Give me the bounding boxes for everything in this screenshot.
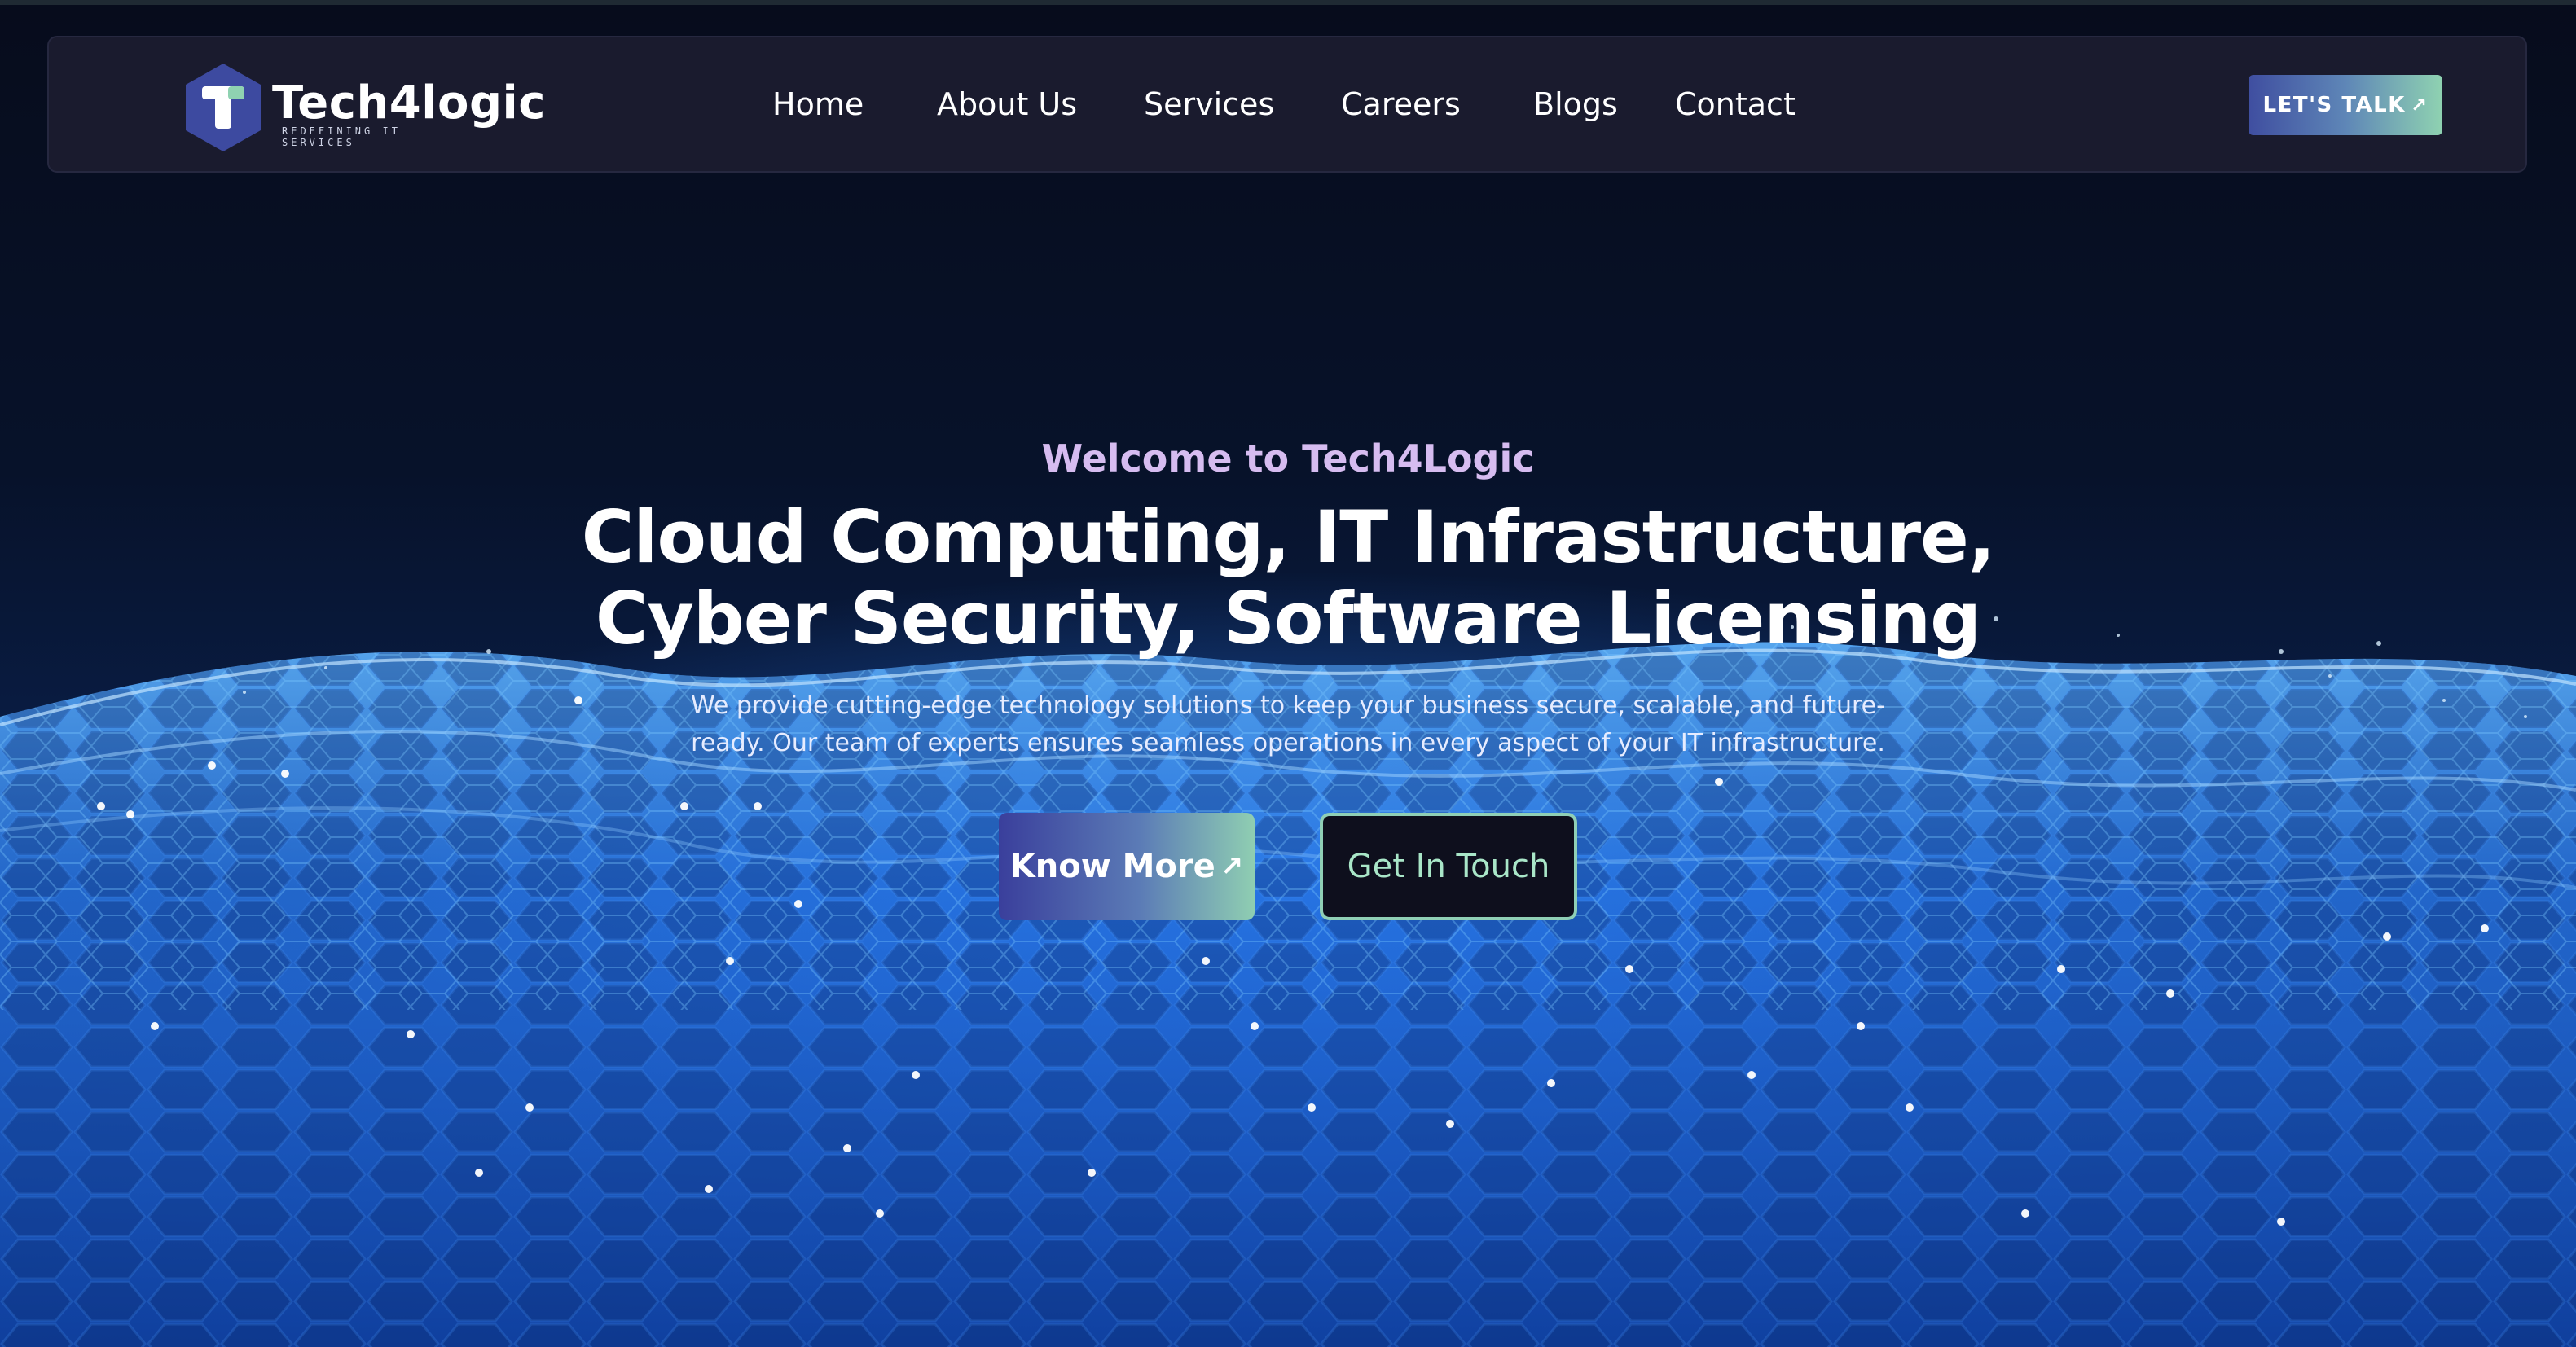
get-in-touch-button[interactable]: Get In Touch [1320,813,1577,920]
nav-item-careers[interactable]: Careers [1341,86,1461,122]
hero-description-line-1: We provide cutting-edge technology solut… [691,691,1885,720]
know-more-button[interactable]: Know More ↗ [999,813,1255,920]
hero-description: We provide cutting-edge technology solut… [636,687,1940,762]
nav-menu: Home About Us Services Careers Blogs Con… [49,37,2529,174]
nav-item-services[interactable]: Services [1144,86,1274,122]
hero-title-line-1: Cloud Computing, IT Infrastructure, [581,495,1996,579]
browser-top-edge [0,0,2576,5]
hero-description-line-2: ready. Our team of experts ensures seaml… [691,729,1885,757]
know-more-label: Know More [1009,848,1215,885]
hero-title-line-2: Cyber Security, Software Licensing [595,577,1981,660]
lets-talk-button[interactable]: LET'S TALK ↗ [2249,75,2442,135]
hero-eyebrow: Welcome to Tech4Logic [1041,437,1535,480]
arrow-up-right-icon: ↗ [2410,94,2429,116]
nav-item-contact[interactable]: Contact [1675,86,1796,122]
get-in-touch-label: Get In Touch [1347,848,1550,885]
lets-talk-label: LET'S TALK [2262,93,2406,117]
top-navbar: Tech4logic REDEFINING IT SERVICES Home A… [47,36,2527,173]
nav-item-about-us[interactable]: About Us [937,86,1077,122]
page: Tech4logic REDEFINING IT SERVICES Home A… [0,0,2576,1347]
arrow-up-right-icon: ↗ [1220,850,1244,883]
nav-item-blogs[interactable]: Blogs [1533,86,1618,122]
nav-item-home[interactable]: Home [772,86,864,122]
hero-title: Cloud Computing, IT Infrastructure, Cybe… [0,497,2576,660]
